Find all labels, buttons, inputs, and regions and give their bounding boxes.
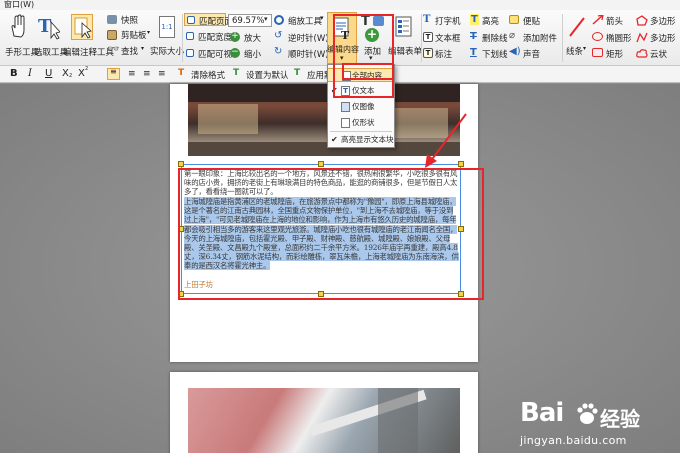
- red-arrow-annotation: [425, 113, 467, 168]
